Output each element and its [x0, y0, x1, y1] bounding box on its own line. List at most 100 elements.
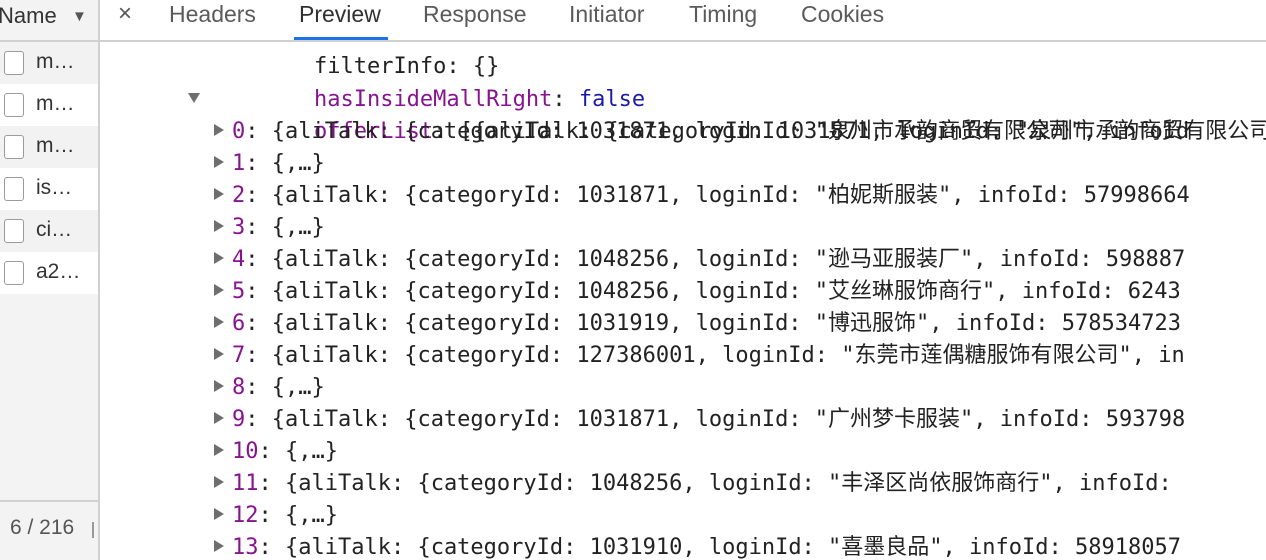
item-summary: {,…} [271, 215, 325, 240]
expand-arrow-icon[interactable] [188, 84, 202, 116]
sort-triangle-icon[interactable]: ▼ [72, 1, 87, 33]
item-summary: {,…} [271, 151, 325, 176]
expand-arrow-icon[interactable] [214, 340, 228, 372]
active-tab-indicator [294, 37, 388, 40]
item-summary: {aliTalk: {categoryId: 1048256, loginId:… [271, 279, 1181, 304]
request-count: 6 / 216 [10, 516, 75, 539]
request-name: ci… [36, 218, 73, 241]
colon-separator: : [258, 439, 285, 464]
item-index: 2 [232, 183, 246, 208]
json-preview: filterInfo: {} hasInsideMallRight: false… [100, 42, 1266, 560]
offer-list-item[interactable]: 13: {aliTalk: {categoryId: 1031910, logi… [232, 532, 1181, 560]
expand-arrow-icon[interactable] [214, 308, 228, 340]
request-detail-panel: × Headers Preview Response Initiator Tim… [100, 0, 1266, 560]
document-icon [4, 93, 24, 117]
item-summary: {,…} [285, 503, 338, 528]
colon-separator: : [245, 183, 272, 208]
document-icon [4, 261, 24, 285]
item-summary: {aliTalk: {categoryId: 1031871, loginId:… [271, 407, 1186, 432]
tab-preview[interactable]: Preview [299, 0, 381, 28]
colon-separator: : [258, 503, 285, 528]
item-index: 5 [232, 279, 246, 304]
tab-headers[interactable]: Headers [169, 0, 256, 28]
item-summary: {,…} [271, 375, 325, 400]
offer-list-item[interactable]: 5: {aliTalk: {categoryId: 1048256, login… [232, 276, 1181, 308]
filter-info-line: filterInfo: {} [208, 42, 499, 79]
colon-separator: : [258, 535, 285, 560]
request-list: m… m… m… is… ci… a2… [0, 42, 98, 294]
offer-list-item[interactable]: 6: {aliTalk: {categoryId: 1031919, login… [232, 308, 1181, 340]
tab-initiator[interactable]: Initiator [569, 0, 644, 28]
request-row[interactable]: ci… [0, 210, 98, 252]
item-index: 12 [232, 503, 259, 528]
expand-arrow-icon[interactable] [214, 116, 228, 148]
offer-list-line[interactable]: offerList: [{aliTalk: {categoryId: 10318… [208, 84, 1266, 144]
request-row[interactable]: a2… [0, 252, 98, 294]
item-index: 9 [232, 407, 246, 432]
close-icon[interactable]: × [118, 0, 132, 28]
item-index: 7 [232, 343, 246, 368]
item-summary: {,…} [285, 439, 338, 464]
item-index: 4 [232, 247, 246, 272]
item-index: 8 [232, 375, 246, 400]
item-summary: {aliTalk: {categoryId: 127386001, loginI… [271, 343, 1185, 368]
expand-arrow-icon[interactable] [214, 148, 228, 180]
offer-list-item[interactable]: 10: {,…} [232, 436, 338, 468]
item-index: 13 [232, 535, 259, 560]
document-icon [4, 177, 24, 201]
expand-arrow-icon[interactable] [214, 372, 228, 404]
request-row[interactable]: m… [0, 84, 98, 126]
expand-arrow-icon[interactable] [214, 532, 228, 560]
offer-list-item[interactable]: 2: {aliTalk: {categoryId: 1031871, login… [232, 180, 1190, 212]
request-status-bar: 6 / 216 [0, 500, 98, 560]
offer-list-item[interactable]: 7: {aliTalk: {categoryId: 127386001, log… [232, 340, 1185, 372]
offer-list-item[interactable]: 4: {aliTalk: {categoryId: 1048256, login… [232, 244, 1185, 276]
offer-list-item[interactable]: 0: {aliTalk: {categoryId: 1031871, login… [232, 116, 1189, 148]
colon-separator: : [245, 407, 272, 432]
offer-list-item[interactable]: 12: {,…} [232, 500, 338, 532]
offer-list-item[interactable]: 8: {,…} [232, 372, 325, 404]
expand-arrow-icon[interactable] [214, 276, 228, 308]
offer-list-item[interactable]: 3: {,…} [232, 212, 325, 244]
expand-arrow-icon[interactable] [214, 468, 228, 500]
expand-arrow-icon[interactable] [214, 244, 228, 276]
offer-list-item[interactable]: 11: {aliTalk: {categoryId: 1048256, logi… [232, 468, 1172, 500]
item-summary: {aliTalk: {categoryId: 1031871, loginId:… [271, 119, 1190, 144]
expand-arrow-icon[interactable] [214, 404, 228, 436]
item-index: 1 [232, 151, 246, 176]
item-summary: {aliTalk: {categoryId: 1048256, loginId:… [285, 471, 1172, 496]
expand-arrow-icon[interactable] [214, 436, 228, 468]
tab-response[interactable]: Response [423, 0, 527, 28]
tab-timing[interactable]: Timing [689, 0, 757, 28]
colon-separator: : [245, 343, 272, 368]
offer-list-item[interactable]: 9: {aliTalk: {categoryId: 1031871, login… [232, 404, 1185, 436]
offer-list-item[interactable]: 1: {,…} [232, 148, 325, 180]
item-index: 10 [232, 439, 259, 464]
item-summary: {aliTalk: {categoryId: 1031919, loginId:… [271, 311, 1181, 336]
tab-cookies[interactable]: Cookies [801, 0, 884, 28]
request-name: a2… [36, 260, 81, 283]
colon-separator: : [245, 247, 272, 272]
colon-separator: : [245, 151, 272, 176]
colon-separator: : [245, 279, 272, 304]
request-row[interactable]: is… [0, 168, 98, 210]
item-summary: {aliTalk: {categoryId: 1031871, loginId:… [271, 183, 1190, 208]
item-summary: {aliTalk: {categoryId: 1031910, loginId:… [285, 535, 1181, 560]
request-row[interactable]: m… [0, 42, 98, 84]
item-index: 3 [232, 215, 246, 240]
colon-separator: : [245, 119, 272, 144]
detail-tab-bar: × Headers Preview Response Initiator Tim… [100, 0, 1266, 42]
name-column-header[interactable]: Name ▼ [0, 0, 98, 42]
colon-separator: : [245, 311, 272, 336]
colon-separator: : [245, 215, 272, 240]
expand-arrow-icon[interactable] [214, 212, 228, 244]
document-icon [4, 219, 24, 243]
item-index: 11 [232, 471, 259, 496]
expand-arrow-icon[interactable] [214, 180, 228, 212]
request-name: m… [36, 134, 75, 157]
expand-arrow-icon[interactable] [214, 500, 228, 532]
item-index: 0 [232, 119, 246, 144]
request-list-panel: Name ▼ m… m… m… is… ci… a2… 6 / 216 [0, 0, 100, 560]
request-row[interactable]: m… [0, 126, 98, 168]
request-name: m… [36, 50, 75, 73]
